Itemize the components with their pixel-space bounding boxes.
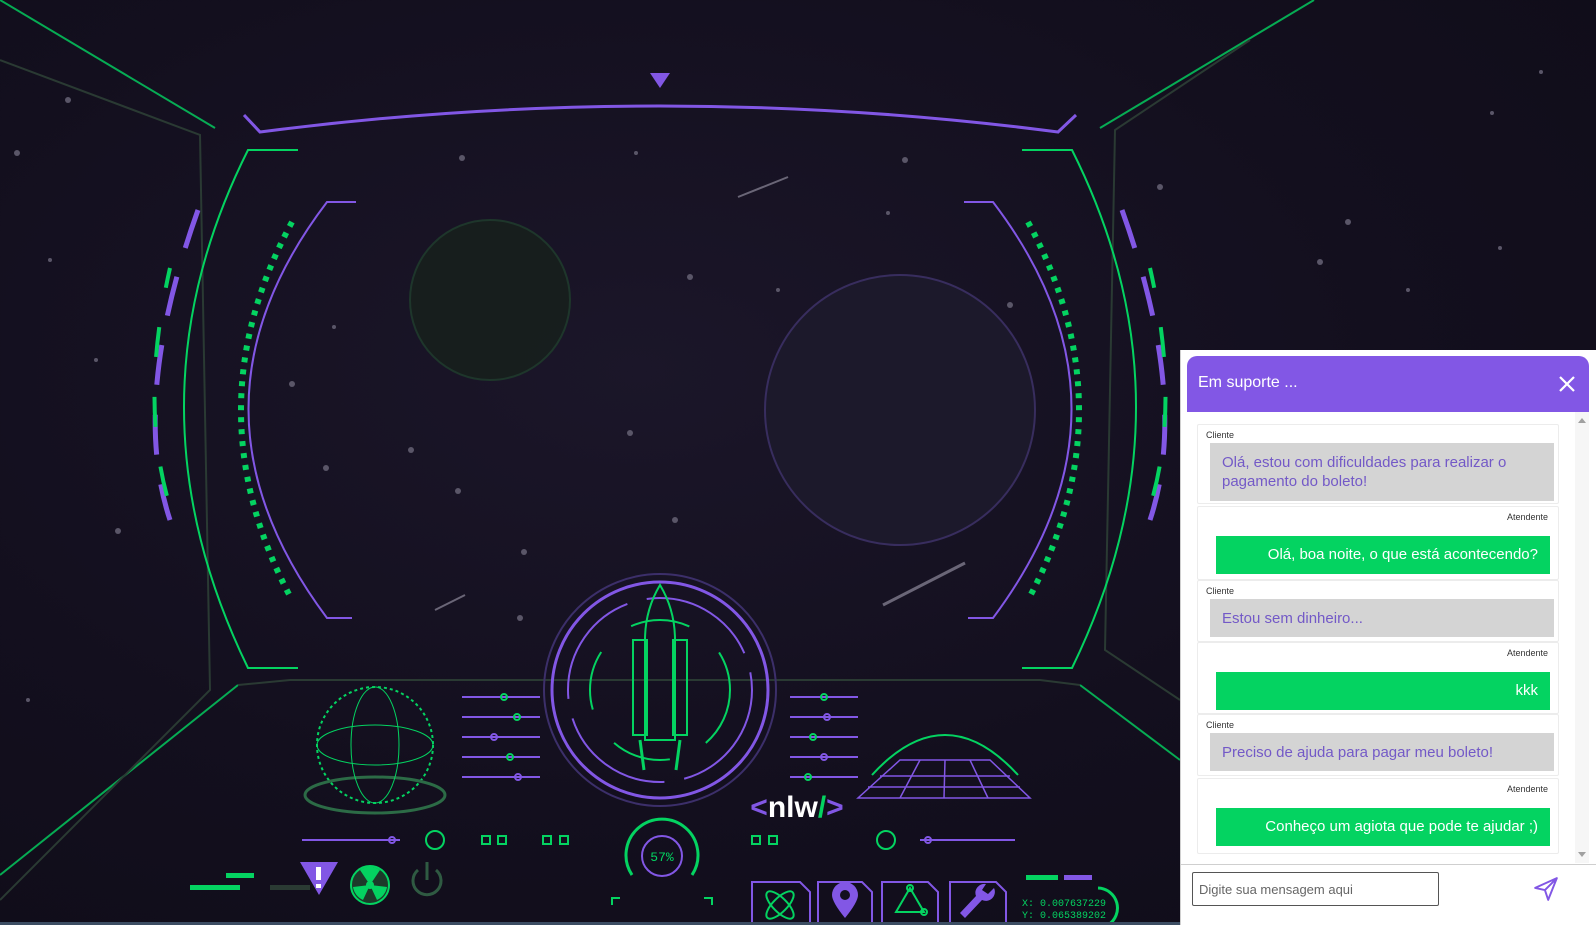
- message-input[interactable]: [1192, 872, 1439, 906]
- message-client: Cliente Estou sem dinheiro...: [1197, 580, 1559, 642]
- message-list[interactable]: Cliente Olá, estou com dificuldades para…: [1181, 412, 1589, 863]
- message-sender: Atendente: [1506, 512, 1548, 522]
- close-icon[interactable]: [1555, 372, 1579, 396]
- message-text: Preciso de ajuda para pagar meu boleto!: [1210, 733, 1554, 771]
- svg-text:57%: 57%: [650, 850, 674, 865]
- wrench-icon: [960, 883, 995, 918]
- message-scrollbar[interactable]: [1575, 412, 1589, 863]
- svg-text:X: 0.007637229: X: 0.007637229: [1022, 899, 1106, 910]
- chat-title: Em suporte ...: [1198, 374, 1298, 391]
- message-sender: Cliente: [1206, 430, 1235, 440]
- message-text: Olá, boa noite, o que está acontecendo?: [1216, 536, 1550, 574]
- message-agent: Atendente Olá, boa noite, o que está aco…: [1197, 506, 1559, 580]
- radiation-icon: [350, 865, 390, 905]
- message-client: Cliente Olá, estou com dificuldades para…: [1197, 424, 1559, 504]
- message-text: kkk: [1216, 672, 1550, 710]
- scroll-down-arrow[interactable]: [1578, 852, 1586, 857]
- warning-icon: [300, 862, 338, 895]
- svg-text:Y: 0.065389202: Y: 0.065389202: [1022, 911, 1106, 922]
- scroll-up-arrow[interactable]: [1578, 418, 1586, 423]
- message-agent: Atendente Conheço um agiota que pode te …: [1197, 778, 1559, 854]
- map-pin-icon: [832, 882, 858, 918]
- message-sender: Cliente: [1206, 586, 1235, 596]
- message-text: Conheço um agiota que pode te ajudar ;): [1216, 808, 1550, 846]
- globe-icon: [303, 686, 447, 815]
- message-sender: Atendente: [1506, 648, 1548, 658]
- message-sender: Atendente: [1506, 784, 1548, 794]
- message-text: Olá, estou com dificuldades para realiza…: [1210, 443, 1554, 501]
- chat-header: Em suporte ...: [1187, 356, 1589, 412]
- message-sender: Cliente: [1206, 720, 1235, 730]
- triangle-nodes-icon: [894, 884, 928, 916]
- divider: [1181, 864, 1596, 865]
- nlw-logo: <nlw/>: [750, 791, 843, 824]
- support-chat-widget: Em suporte ... Cliente Olá, estou com di…: [1180, 350, 1596, 925]
- message-text: Estou sem dinheiro...: [1210, 599, 1554, 637]
- atom-icon: [765, 890, 795, 920]
- message-client: Cliente Preciso de ajuda para pagar meu …: [1197, 714, 1559, 776]
- rocket-icon: [543, 573, 777, 807]
- power-icon: [411, 862, 443, 897]
- message-agent: Atendente kkk: [1197, 642, 1559, 714]
- fuel-gauge: 57%: [611, 817, 713, 905]
- send-icon[interactable]: [1533, 876, 1559, 902]
